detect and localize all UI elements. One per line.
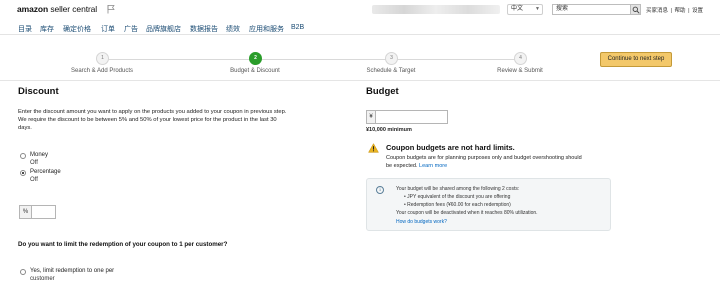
warning-text: Coupon budgets are for planning purposes… [386, 154, 586, 170]
continue-to-next-step-button[interactable]: Continue to next step [600, 52, 672, 67]
step-4-label: Review & Submit [497, 68, 543, 74]
language-select[interactable]: 中文 ▼ [507, 4, 543, 15]
seller-central-logo[interactable]: amazon seller central [17, 4, 97, 14]
info-bullet-2-text: Redemption fees (¥60.00 for each redempt… [407, 202, 511, 208]
nav-item-apps-services[interactable]: 应用和服务 [249, 24, 284, 34]
budget-info-box: i Your budget will be shared among the f… [366, 178, 611, 231]
how-do-budgets-work-link[interactable]: How do budgets work? [396, 219, 447, 225]
search-button[interactable] [630, 4, 641, 15]
main-navigation: 目录 库存 确定价格 订单 广告 品牌旗舰店 数据报告 绩效 应用和服务 B2B [0, 20, 720, 35]
warning-body: Coupon budgets are for planning purposes… [386, 155, 582, 169]
link-separator: | [688, 8, 690, 14]
info-icon: i [376, 186, 384, 194]
step-1-label: Search & Add Products [70, 68, 134, 74]
budget-minimum: ¥10,000 minimum [366, 127, 412, 133]
nav-item-advertising[interactable]: 广告 [124, 24, 138, 34]
info-bullet-1: • JPY equivalent of the discount you are… [404, 194, 511, 200]
nav-item-pricing[interactable]: 确定价格 [63, 24, 91, 34]
money-off-radio[interactable] [20, 153, 26, 159]
messages-link[interactable]: 买家消息 [646, 8, 668, 14]
step-3-indicator: 3 [385, 52, 398, 65]
yen-prefix: ¥ [366, 110, 376, 124]
step-2-label: Budget & Discount [230, 68, 280, 74]
obscured-account-info [372, 5, 500, 14]
nav-item-b2b[interactable]: B2B [291, 24, 304, 31]
limit-yes-label: Yes, limit redemption to one per [30, 268, 115, 274]
info-bullet-1-text: JPY equivalent of the discount you are o… [407, 194, 511, 200]
discount-heading: Discount [18, 86, 59, 97]
money-off-label: Money [30, 152, 49, 158]
step-2-indicator: 2 [249, 52, 262, 65]
nav-item-performance[interactable]: 绩效 [226, 24, 240, 34]
info-bullet-2: • Redemption fees (¥60.00 for each redem… [404, 202, 511, 208]
warning-icon [368, 143, 379, 153]
section-divider [0, 80, 720, 81]
header-links: 买家消息 | 帮助 | 设置 [646, 6, 704, 14]
money-off-sublabel: Off [30, 160, 38, 166]
settings-link[interactable]: 设置 [692, 8, 703, 14]
stepper-track [102, 59, 520, 60]
percentage-off-sublabel: Off [30, 177, 38, 183]
warning-title: Coupon budgets are not hard limits. [386, 143, 515, 152]
link-separator: | [670, 8, 672, 14]
flag-icon[interactable] [106, 4, 116, 14]
nav-item-inventory[interactable]: 库存 [40, 24, 54, 34]
nav-item-stores[interactable]: 品牌旗舰店 [146, 24, 181, 34]
limit-yes-sublabel: customer [30, 276, 55, 282]
search-icon [632, 6, 640, 14]
language-value: 中文 [511, 6, 524, 12]
help-link[interactable]: 帮助 [675, 8, 686, 14]
step-3-label: Schedule & Target [366, 68, 416, 74]
percentage-off-label: Percentage [30, 169, 61, 175]
budget-input[interactable] [376, 110, 448, 124]
step-4-indicator: 4 [514, 52, 527, 65]
limit-yes-radio[interactable] [20, 269, 26, 275]
info-deactivation: Your coupon will be deactivated when it … [396, 210, 538, 216]
nav-item-reports[interactable]: 数据报告 [190, 24, 218, 34]
search-input[interactable]: 搜索 [552, 4, 630, 15]
nav-item-catalog[interactable]: 目录 [18, 24, 32, 34]
logo-prefix: amazon [17, 4, 49, 14]
limit-redemption-question: Do you want to limit the redemption of y… [18, 241, 228, 248]
discount-description: Enter the discount amount you want to ap… [18, 109, 287, 131]
logo-suffix: seller central [50, 4, 98, 14]
nav-item-orders[interactable]: 订单 [101, 24, 115, 34]
step-1-indicator: 1 [96, 52, 109, 65]
learn-more-link[interactable]: Learn more [419, 163, 447, 169]
percent-prefix: % [19, 205, 32, 219]
chevron-down-icon: ▼ [535, 6, 540, 12]
top-bar: amazon seller central 中文 ▼ 搜索 买家消息 | 帮助 … [0, 0, 720, 20]
info-intro: Your budget will be shared among the fol… [396, 186, 520, 192]
percentage-input[interactable] [32, 205, 56, 219]
budget-heading: Budget [366, 86, 399, 97]
percentage-off-radio[interactable] [20, 170, 26, 176]
